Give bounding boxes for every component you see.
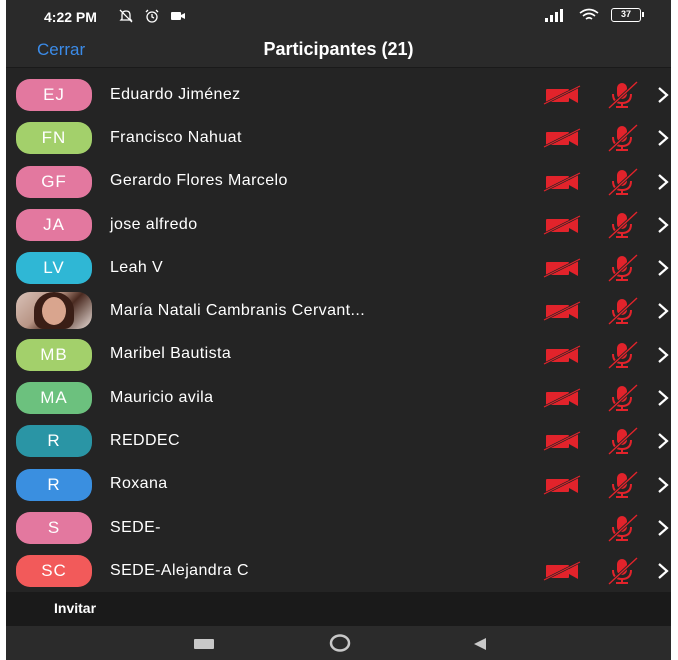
avatar: EJ [16,79,92,111]
chevron-right-icon[interactable] [657,86,669,104]
participant-name: Roxana [110,475,168,493]
avatar: MA [16,382,92,415]
avatar-photo [16,292,92,330]
participant-row[interactable]: MB Maribel Bautista [6,333,671,376]
mic-off-icon[interactable] [603,253,641,283]
participant-row[interactable]: S SEDE- [6,506,671,549]
mic-off-icon[interactable] [603,340,641,370]
chevron-right-icon[interactable] [657,519,669,537]
participant-name: Leah V [110,258,164,276]
page-title: Participantes (21) [263,39,414,59]
video-off-icon[interactable] [541,214,583,236]
mic-off-icon[interactable] [603,80,641,110]
avatar: FN [16,122,92,155]
participant-row[interactable]: R REDDEC [6,419,671,462]
avatar: SC [16,555,92,588]
video-camera-icon [171,12,185,20]
back-icon[interactable] [472,636,488,652]
participant-name: jose alfredo [110,215,198,233]
avatar: JA [16,208,92,241]
status-time: 4:22 PM [44,9,97,25]
battery-icon: 37 [611,8,644,22]
participant-name: SEDE-Alejandra C [110,561,249,579]
status-bar: 4:22 PM 37 [6,0,671,30]
recents-icon[interactable] [194,639,214,649]
alarm-icon [145,9,159,23]
participant-name: María Natali Cambranis Cervant... [110,302,366,320]
chevron-right-icon[interactable] [657,432,669,450]
participant-name: REDDEC [110,432,180,450]
participant-row[interactable]: FN Francisco Nahuat [6,116,671,159]
video-off-icon[interactable] [541,171,583,193]
mic-off-icon[interactable] [603,556,641,586]
video-off-icon[interactable] [541,127,583,149]
chevron-right-icon[interactable] [657,302,669,320]
mic-off-icon[interactable] [603,470,641,500]
chevron-right-icon[interactable] [657,346,669,364]
participant-name: Mauricio avila [110,388,214,406]
header: Cerrar Participantes (21) [6,30,671,68]
chevron-right-icon[interactable] [657,173,669,191]
home-icon[interactable] [329,634,351,652]
video-off-icon[interactable] [541,344,583,366]
participant-row[interactable]: MA Mauricio avila [6,376,671,419]
invite-bar[interactable]: Invitar [6,592,671,626]
participant-row[interactable]: R Roxana [6,463,671,506]
chevron-right-icon[interactable] [657,562,669,580]
chevron-right-icon[interactable] [657,476,669,494]
avatar: R [16,425,92,458]
participant-row[interactable]: EJ Eduardo Jiménez [6,73,671,116]
mic-off-icon[interactable] [603,210,641,240]
participant-list: EJ Eduardo Jiménez FN Francisco Nahuat GF Ger… [6,73,671,593]
avatar: LV [16,252,92,285]
participant-row[interactable]: GF Gerardo Flores Marcelo [6,160,671,203]
participant-row[interactable]: LV Leah V [6,246,671,289]
avatar: R [16,468,92,501]
participant-name: Gerardo Flores Marcelo [110,172,288,190]
mic-off-icon[interactable] [603,426,641,456]
wifi-icon [579,8,599,20]
invite-button[interactable]: Invitar [54,600,96,616]
video-off-icon[interactable] [541,84,583,106]
phone-screen: 4:22 PM 37 Cerrar Participantes (21) EJ … [6,0,671,660]
participant-row[interactable]: JA jose alfredo [6,203,671,246]
participant-name: Eduardo Jiménez [110,85,241,103]
notifications-off-icon [119,9,133,23]
video-off-icon[interactable] [541,387,583,409]
chevron-right-icon[interactable] [657,129,669,147]
participant-row[interactable]: María Natali Cambranis Cervant... [6,289,671,332]
mic-off-icon[interactable] [603,383,641,413]
mic-off-icon[interactable] [603,123,641,153]
mic-off-icon[interactable] [603,167,641,197]
navigation-bar [6,626,671,660]
video-off-icon[interactable] [541,300,583,322]
chevron-right-icon[interactable] [657,259,669,277]
participant-row[interactable]: SC SEDE-Alejandra C [6,549,671,592]
participant-name: SEDE- [110,518,161,536]
chevron-right-icon[interactable] [657,389,669,407]
participant-name: Francisco Nahuat [110,128,242,146]
signal-icon [545,9,563,22]
avatar: GF [16,165,92,198]
video-off-icon[interactable] [541,257,583,279]
video-off-icon[interactable] [541,430,583,452]
avatar: S [16,511,92,544]
chevron-right-icon[interactable] [657,216,669,234]
avatar: MB [16,338,92,371]
mic-off-icon[interactable] [603,513,641,543]
video-off-icon[interactable] [541,560,583,582]
participant-name: Maribel Bautista [110,345,232,363]
mic-off-icon[interactable] [603,296,641,326]
video-off-icon[interactable] [541,474,583,496]
